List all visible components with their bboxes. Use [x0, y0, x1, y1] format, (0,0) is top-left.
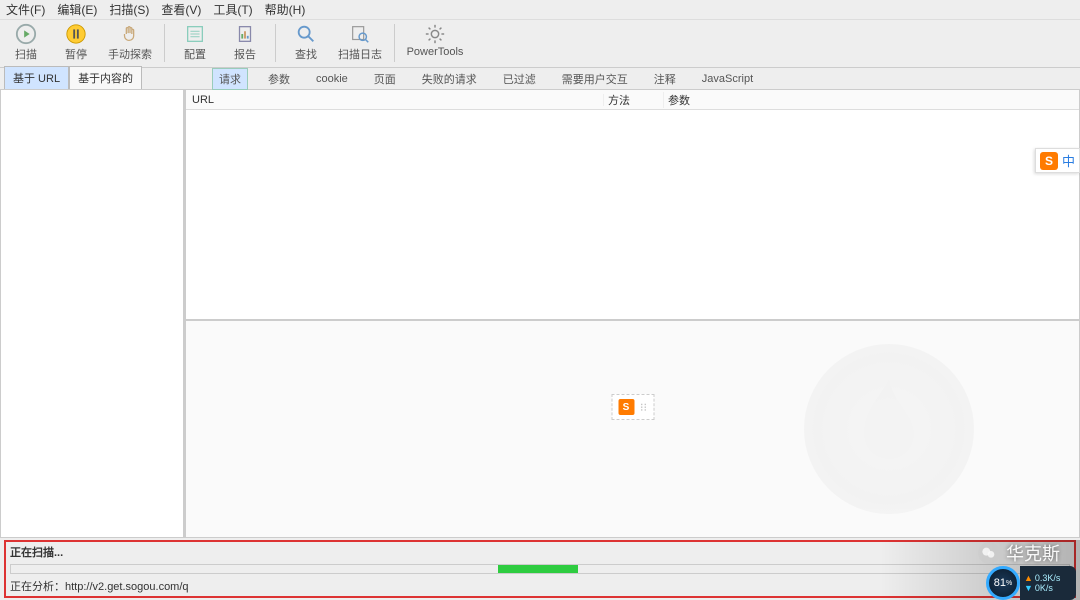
toolbar-separator-2 [275, 24, 276, 62]
progress-bar [10, 564, 1070, 574]
menu-bar: 文件(F) 编辑(E) 扫描(S) 查看(V) 工具(T) 帮助(H) [0, 0, 1080, 20]
left-tabs: 基于 URL 基于内容的 [0, 68, 184, 89]
table-body[interactable] [186, 110, 1079, 319]
main-area: URL 方法 参数 S ⁝⁝ [0, 90, 1080, 538]
ime-indicator[interactable]: S 中 [1035, 148, 1080, 173]
config-button[interactable]: 配置 [173, 22, 217, 66]
col-url[interactable]: URL [186, 94, 604, 106]
powertools-button[interactable]: PowerTools [403, 22, 467, 66]
status-title: 正在扫描... [10, 544, 1070, 560]
rtab-params[interactable]: 参数 [262, 69, 296, 89]
scan-log-button[interactable]: 扫描日志 [334, 22, 386, 66]
progress-fill [498, 565, 578, 573]
rtab-filtered[interactable]: 已过滤 [497, 69, 542, 89]
ime-mode: 中 [1062, 151, 1075, 170]
list-icon [183, 22, 207, 46]
col-params[interactable]: 参数 [664, 92, 1079, 108]
tree-panel[interactable] [0, 90, 184, 538]
pause-icon [64, 22, 88, 46]
pause-label: 暂停 [65, 46, 87, 62]
rtab-failed[interactable]: 失败的请求 [416, 69, 483, 89]
find-label: 查找 [295, 46, 317, 62]
report-label: 报告 [234, 46, 256, 62]
rtab-page[interactable]: 页面 [368, 69, 402, 89]
speed-dial: 81% [986, 566, 1020, 600]
menu-view[interactable]: 查看(V) [161, 1, 201, 18]
manual-label: 手动探索 [108, 46, 152, 62]
toolbar-separator [164, 24, 165, 62]
status-box: 正在扫描... 正在分析：http://v2.get.sogou.com/q [4, 540, 1076, 598]
arrow-up-icon: ▲ [1024, 573, 1033, 583]
rtab-interact[interactable]: 需要用户交互 [556, 69, 634, 89]
wechat-icon [978, 542, 1000, 564]
right-area: URL 方法 参数 S ⁝⁝ [184, 90, 1080, 538]
watermark-text: 华克斯 [1006, 540, 1060, 566]
hand-icon [118, 22, 142, 46]
rtab-javascript[interactable]: JavaScript [696, 71, 759, 87]
col-method[interactable]: 方法 [604, 92, 664, 108]
tab-url-based[interactable]: 基于 URL [4, 66, 69, 89]
report-icon [233, 22, 257, 46]
report-button[interactable]: 报告 [223, 22, 267, 66]
tabs-row: 基于 URL 基于内容的 请求 参数 cookie 页面 失败的请求 已过滤 需… [0, 68, 1080, 90]
menu-file[interactable]: 文件(F) [6, 1, 45, 18]
detail-panel: S ⁝⁝ [185, 320, 1080, 538]
scan-button[interactable]: 扫描 [4, 22, 48, 66]
speed-bars: ▲0.3K/s ▼0K/s [1020, 566, 1076, 600]
menu-edit[interactable]: 编辑(E) [57, 1, 97, 18]
watermark: 华克斯 [978, 540, 1060, 566]
placeholder-dots-icon: ⁝⁝ [640, 401, 647, 414]
tab-content-based[interactable]: 基于内容的 [69, 66, 142, 89]
sogou-small-icon: S [618, 399, 634, 415]
speed-unit: % [1006, 580, 1012, 587]
log-search-icon [348, 22, 372, 46]
arrow-down-icon: ▼ [1024, 583, 1033, 593]
menu-help[interactable]: 帮助(H) [265, 1, 306, 18]
powertools-label: PowerTools [407, 46, 464, 58]
request-table: URL 方法 参数 [185, 90, 1080, 320]
sogou-icon: S [1040, 152, 1058, 170]
search-icon [294, 22, 318, 46]
play-icon [14, 22, 38, 46]
pause-button[interactable]: 暂停 [54, 22, 98, 66]
scan-label: 扫描 [15, 46, 37, 62]
scanlog-label: 扫描日志 [338, 46, 382, 62]
toolbar-separator-3 [394, 24, 395, 62]
rtab-request[interactable]: 请求 [212, 68, 248, 90]
flame-watermark-icon [804, 344, 974, 514]
status-line: 正在分析：http://v2.get.sogou.com/q [10, 578, 1070, 594]
gear-icon [423, 22, 447, 46]
table-header: URL 方法 参数 [186, 90, 1079, 110]
config-label: 配置 [184, 46, 206, 62]
toolbar: 扫描 暂停 手动探索 配置 报告 [0, 20, 1080, 68]
speed-up: 0.3K/s [1035, 573, 1061, 583]
manual-explore-button[interactable]: 手动探索 [104, 22, 156, 66]
detail-placeholder: S ⁝⁝ [611, 394, 654, 420]
rtab-comment[interactable]: 注释 [648, 69, 682, 89]
speed-widget[interactable]: 81% ▲0.3K/s ▼0K/s [986, 566, 1076, 600]
rtab-cookie[interactable]: cookie [310, 71, 354, 87]
find-button[interactable]: 查找 [284, 22, 328, 66]
menu-scan[interactable]: 扫描(S) [109, 1, 149, 18]
right-tabs: 请求 参数 cookie 页面 失败的请求 已过滤 需要用户交互 注释 Java… [184, 68, 1080, 89]
speed-percent: 81 [994, 577, 1006, 589]
speed-down: 0K/s [1035, 583, 1053, 593]
menu-tools[interactable]: 工具(T) [213, 1, 252, 18]
